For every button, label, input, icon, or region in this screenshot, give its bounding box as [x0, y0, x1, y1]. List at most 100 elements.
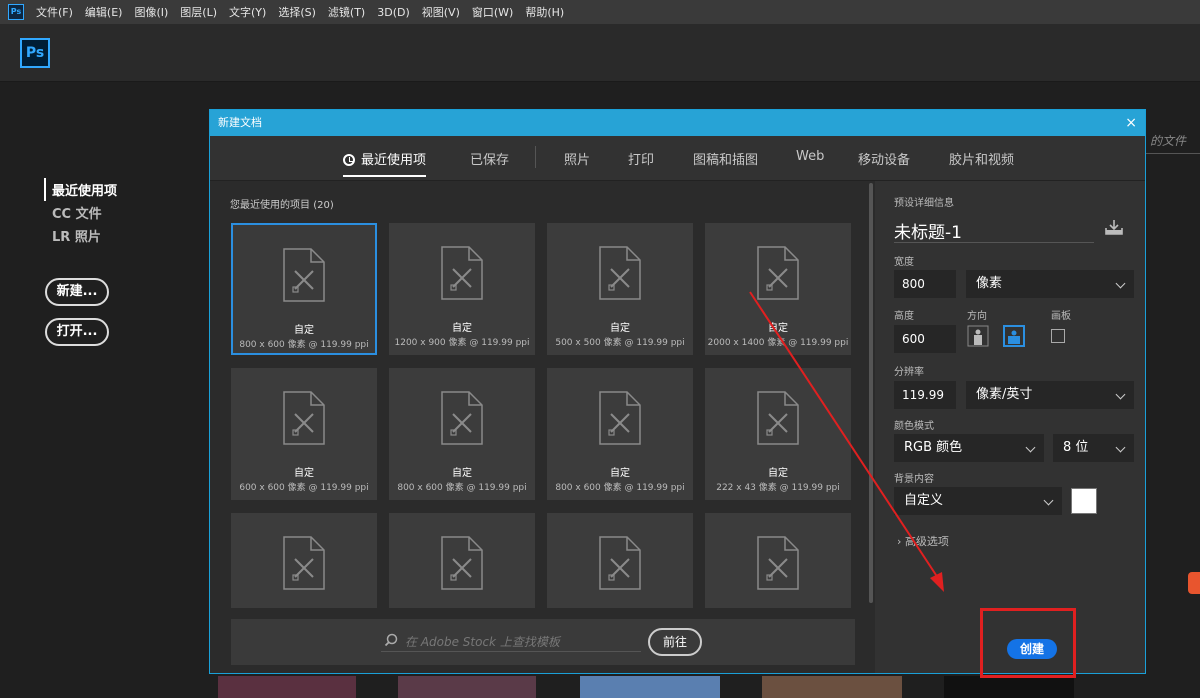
preset-card[interactable]: 自定 1200 x 900 像素 @ 119.99 ppi	[389, 223, 535, 355]
home-nav-recent[interactable]: 最近使用项	[44, 178, 117, 201]
document-preset-icon	[441, 536, 483, 590]
tab-mobile[interactable]: 移动设备	[858, 149, 910, 168]
scrollbar[interactable]	[869, 183, 873, 603]
tab-photo[interactable]: 照片	[564, 149, 590, 168]
width-label: 宽度	[894, 257, 914, 268]
preset-name: 自定	[768, 468, 788, 479]
menu-layer[interactable]: 图层(L)	[180, 4, 217, 20]
document-name-input[interactable]: 未标题-1	[894, 218, 962, 243]
preset-card[interactable]: 自定 800 x 600 像素 @ 119.99 ppi	[547, 368, 693, 500]
resolution-input[interactable]: 119.99	[894, 381, 956, 409]
document-preset-icon	[283, 248, 325, 302]
menu-type[interactable]: 文字(Y)	[229, 4, 266, 20]
color-mode-label: 颜色模式	[894, 421, 934, 432]
preset-name: 自定	[294, 468, 314, 479]
home-nav-cc-files[interactable]: CC 文件	[44, 201, 117, 224]
menu-select[interactable]: 选择(S)	[278, 4, 316, 20]
options-bar	[0, 24, 1200, 82]
background-thumbnail[interactable]	[944, 676, 1074, 698]
tab-art-illustration[interactable]: 图稿和插图	[693, 149, 758, 168]
landscape-orientation-icon[interactable]	[1003, 325, 1025, 347]
save-preset-icon[interactable]	[1105, 219, 1123, 235]
close-icon[interactable]: ×	[1125, 110, 1137, 136]
preset-card[interactable]: 自定 500 x 500 像素 @ 119.99 ppi	[547, 223, 693, 355]
chevron-right-icon: ›	[897, 535, 905, 548]
menu-edit[interactable]: 编辑(E)	[85, 4, 123, 20]
open-button[interactable]: 打开...	[45, 318, 109, 346]
home-nav-lr-photos[interactable]: LR 照片	[44, 224, 117, 247]
preset-card[interactable]	[547, 513, 693, 608]
menu-window[interactable]: 窗口(W)	[472, 4, 513, 20]
dialog-titlebar: 新建文档 ×	[210, 110, 1145, 136]
document-preset-icon	[283, 391, 325, 445]
stock-search-underline	[381, 651, 641, 652]
preset-details-header: 预设详细信息	[894, 198, 954, 209]
menu-file[interactable]: 文件(F)	[36, 4, 73, 20]
preset-name: 自定	[610, 468, 630, 479]
menu-3d[interactable]: 3D(D)	[377, 6, 410, 19]
background-thumbnail[interactable]	[580, 676, 720, 698]
photoshop-logo: Ps	[20, 38, 50, 68]
background-thumbnail[interactable]	[762, 676, 902, 698]
stock-search-input[interactable]: 在 Adobe Stock 上查找模板	[405, 633, 560, 650]
menu-image[interactable]: 图像(I)	[134, 4, 168, 20]
preset-card[interactable]	[231, 513, 377, 608]
tab-film-video[interactable]: 胶片和视频	[949, 149, 1014, 168]
advanced-options-toggle[interactable]: › 高级选项	[897, 533, 949, 549]
preset-name: 自定	[452, 468, 472, 479]
background-content-select[interactable]: 自定义	[894, 487, 1062, 515]
menu-filter[interactable]: 滤镜(T)	[328, 4, 365, 20]
preset-card[interactable]: 自定 800 x 600 像素 @ 119.99 ppi	[389, 368, 535, 500]
color-mode-select[interactable]: RGB 颜色	[894, 434, 1044, 462]
document-preset-icon	[757, 246, 799, 300]
resolution-label: 分辨率	[894, 367, 924, 378]
menu-help[interactable]: 帮助(H)	[525, 4, 564, 20]
menu-view[interactable]: 视图(V)	[422, 4, 460, 20]
width-unit-select[interactable]: 像素	[966, 270, 1134, 298]
home-nav: 最近使用项 CC 文件 LR 照片	[44, 178, 117, 247]
chevron-down-icon	[1115, 389, 1126, 400]
background-color-swatch[interactable]	[1071, 488, 1097, 514]
tab-recent[interactable]: 最近使用项	[343, 149, 427, 177]
tab-saved[interactable]: 已保存	[470, 149, 509, 168]
chevron-down-icon	[1115, 442, 1126, 453]
go-button[interactable]: 前往	[648, 628, 702, 656]
preset-card[interactable]	[705, 513, 851, 608]
document-preset-icon	[599, 391, 641, 445]
preset-name: 自定	[294, 325, 314, 336]
tab-web[interactable]: Web	[796, 149, 824, 164]
color-mode-value: RGB 颜色	[904, 440, 963, 455]
background-files-text: 的文件	[1150, 134, 1187, 148]
resolution-unit-select[interactable]: 像素/英寸	[966, 381, 1134, 409]
width-input[interactable]: 800	[894, 270, 956, 298]
new-document-dialog: 新建文档 × 最近使用项 已保存 照片 打印 图稿和插图 Web 移动设备 胶片…	[209, 109, 1146, 674]
artboard-checkbox[interactable]	[1051, 329, 1065, 343]
preset-card[interactable]: 自定 600 x 600 像素 @ 119.99 ppi	[231, 368, 377, 500]
new-button[interactable]: 新建...	[45, 278, 109, 306]
bit-depth-select[interactable]: 8 位	[1053, 434, 1134, 462]
annotation-highlight-box	[980, 608, 1076, 678]
tab-label: 最近使用项	[361, 153, 427, 168]
preset-size: 1200 x 900 像素 @ 119.99 ppi	[394, 338, 530, 348]
document-preset-icon	[757, 391, 799, 445]
background-divider	[1146, 153, 1200, 154]
preset-card[interactable]: 自定 800 x 600 像素 @ 119.99 ppi	[231, 223, 377, 355]
search-icon	[384, 633, 398, 647]
height-label: 高度	[894, 311, 914, 322]
portrait-orientation-icon[interactable]	[967, 325, 989, 347]
preset-card[interactable]: 自定 2000 x 1400 像素 @ 119.99 ppi	[705, 223, 851, 355]
preset-name: 自定	[610, 323, 630, 334]
document-preset-icon	[283, 536, 325, 590]
background-thumbnail[interactable]	[218, 676, 356, 698]
height-input[interactable]: 600	[894, 325, 956, 353]
document-name-underline	[894, 242, 1094, 243]
document-preset-icon	[441, 391, 483, 445]
preset-size: 2000 x 1400 像素 @ 119.99 ppi	[707, 338, 849, 348]
photoshop-app-icon: Ps	[8, 4, 24, 20]
preset-size: 500 x 500 像素 @ 119.99 ppi	[555, 338, 685, 348]
background-thumbnail[interactable]	[398, 676, 536, 698]
preset-card[interactable]: 自定 222 x 43 像素 @ 119.99 ppi	[705, 368, 851, 500]
preset-size: 600 x 600 像素 @ 119.99 ppi	[239, 483, 369, 493]
tab-print[interactable]: 打印	[628, 149, 654, 168]
preset-card[interactable]	[389, 513, 535, 608]
